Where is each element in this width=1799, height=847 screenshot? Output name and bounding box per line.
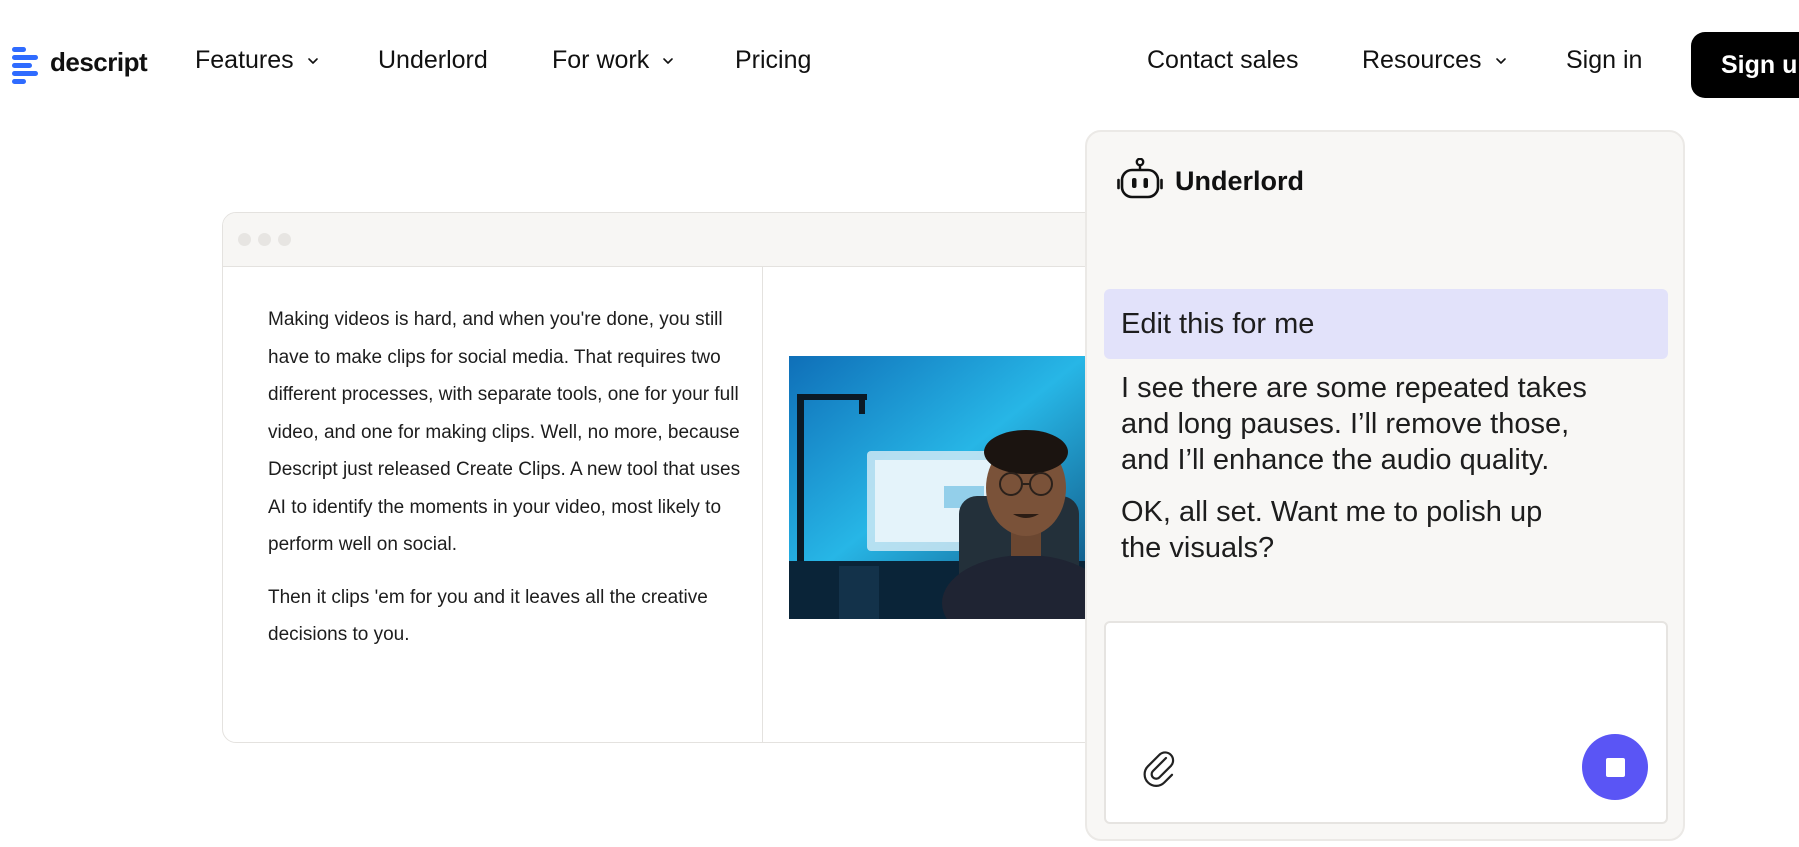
assistant-message: OK, all set. Want me to polish up the vi…: [1121, 496, 1543, 564]
nav-resources-label: Resources: [1362, 46, 1482, 74]
chat-composer[interactable]: [1104, 621, 1668, 824]
descript-logo[interactable]: descript: [12, 45, 148, 84]
transcript[interactable]: Making videos is hard, and when you're d…: [268, 301, 748, 669]
panel-title: Underlord: [1175, 166, 1305, 196]
video-thumbnail-image: [789, 356, 1119, 619]
descript-logo-icon: [12, 45, 40, 84]
nav-sign-in[interactable]: Sign in: [1566, 46, 1642, 75]
top-nav: descript Features Underlord For work Pri…: [0, 0, 1799, 128]
nav-pricing[interactable]: Pricing: [735, 46, 811, 75]
nav-sign-in-label: Sign in: [1566, 46, 1643, 74]
nav-for-work-label: For work: [552, 46, 650, 74]
robot-icon: [1117, 157, 1163, 205]
underlord-panel: Underlord Edit this for me I see there a…: [1085, 130, 1685, 841]
nav-features-label: Features: [195, 46, 294, 74]
transcript-paragraph[interactable]: Then it clips 'em for you and it leaves …: [268, 579, 748, 654]
user-message: Edit this for me: [1104, 289, 1668, 359]
nav-contact-sales[interactable]: Contact sales: [1147, 46, 1298, 75]
window-dot: [278, 233, 291, 246]
stop-icon: [1605, 757, 1625, 777]
user-message-text: Edit this for me: [1121, 307, 1315, 340]
nav-features[interactable]: Features: [195, 46, 322, 75]
editor-divider: [762, 267, 763, 742]
stop-button[interactable]: [1582, 734, 1648, 800]
nav-resources[interactable]: Resources: [1362, 46, 1510, 75]
chevron-down-icon: [1492, 52, 1510, 70]
sign-up-button[interactable]: Sign up: [1691, 32, 1799, 98]
chevron-down-icon: [659, 52, 677, 70]
transcript-paragraph[interactable]: Making videos is hard, and when you're d…: [268, 301, 748, 564]
chevron-down-icon: [304, 52, 322, 70]
window-dot: [238, 233, 251, 246]
editor-titlebar: [223, 213, 1223, 267]
panel-header: Underlord: [1117, 157, 1305, 205]
nav-pricing-label: Pricing: [735, 46, 812, 74]
nav-underlord-label: Underlord: [378, 46, 488, 74]
logo-wordmark: descript: [50, 46, 148, 77]
video-preview[interactable]: [789, 356, 1119, 619]
window-dot: [258, 233, 271, 246]
editor-window: Making videos is hard, and when you're d…: [222, 212, 1224, 743]
paperclip-icon[interactable]: [1139, 747, 1179, 787]
nav-for-work[interactable]: For work: [552, 46, 677, 75]
assistant-message: I see there are some repeated takes and …: [1121, 372, 1587, 476]
nav-underlord[interactable]: Underlord: [378, 46, 488, 75]
nav-contact-sales-label: Contact sales: [1147, 46, 1299, 74]
